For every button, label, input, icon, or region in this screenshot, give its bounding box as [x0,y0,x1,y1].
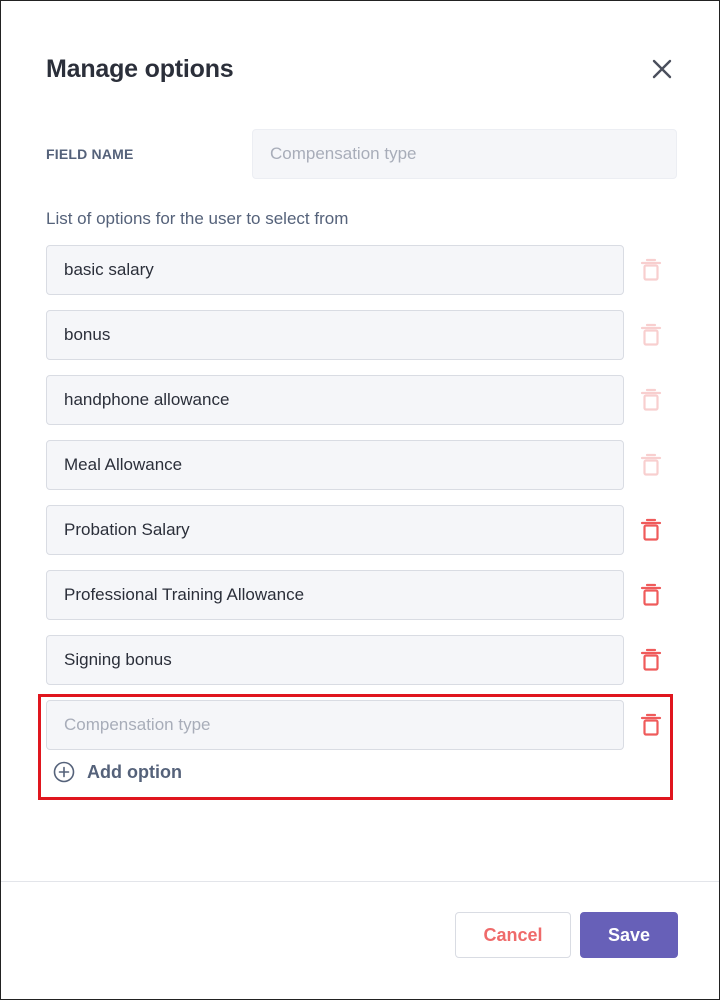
add-option-button[interactable]: Add option [53,760,182,784]
trash-icon [640,388,662,411]
add-option-label: Add option [87,761,182,782]
options-list-label: List of options for the user to select f… [46,209,349,228]
field-name-input[interactable] [252,129,677,179]
option-row [46,310,676,360]
trash-icon [640,713,662,736]
trash-icon [640,583,662,606]
option-row [46,245,676,295]
delete-option-button[interactable] [639,582,663,608]
option-input[interactable] [46,375,624,425]
delete-option-button[interactable] [639,322,663,348]
option-row [46,440,676,490]
save-button[interactable]: Save [580,912,678,958]
option-row [46,375,676,425]
plus-circle-icon [53,761,75,783]
delete-option-button[interactable] [639,647,663,673]
footer-divider [1,881,719,882]
option-row [46,505,676,555]
field-name-label: FIELD NAME [46,146,134,162]
new-option-row [46,700,676,750]
delete-option-button[interactable] [639,452,663,478]
new-option-input[interactable] [46,700,624,750]
trash-icon [640,258,662,281]
trash-icon [640,518,662,541]
trash-icon [640,453,662,476]
option-row [46,635,676,685]
delete-option-button[interactable] [639,517,663,543]
option-row [46,570,676,620]
close-icon [652,59,672,79]
option-input[interactable] [46,245,624,295]
manage-options-dialog: Manage options FIELD NAME List of option… [0,0,720,1000]
cancel-button[interactable]: Cancel [455,912,571,958]
option-input[interactable] [46,310,624,360]
option-input[interactable] [46,440,624,490]
dialog-title: Manage options [46,55,234,83]
option-input[interactable] [46,505,624,555]
trash-icon [640,648,662,671]
delete-option-button[interactable] [639,257,663,283]
delete-option-button[interactable] [639,712,663,738]
trash-icon [640,323,662,346]
option-input[interactable] [46,570,624,620]
option-input[interactable] [46,635,624,685]
close-button[interactable] [649,56,675,82]
delete-option-button[interactable] [639,387,663,413]
